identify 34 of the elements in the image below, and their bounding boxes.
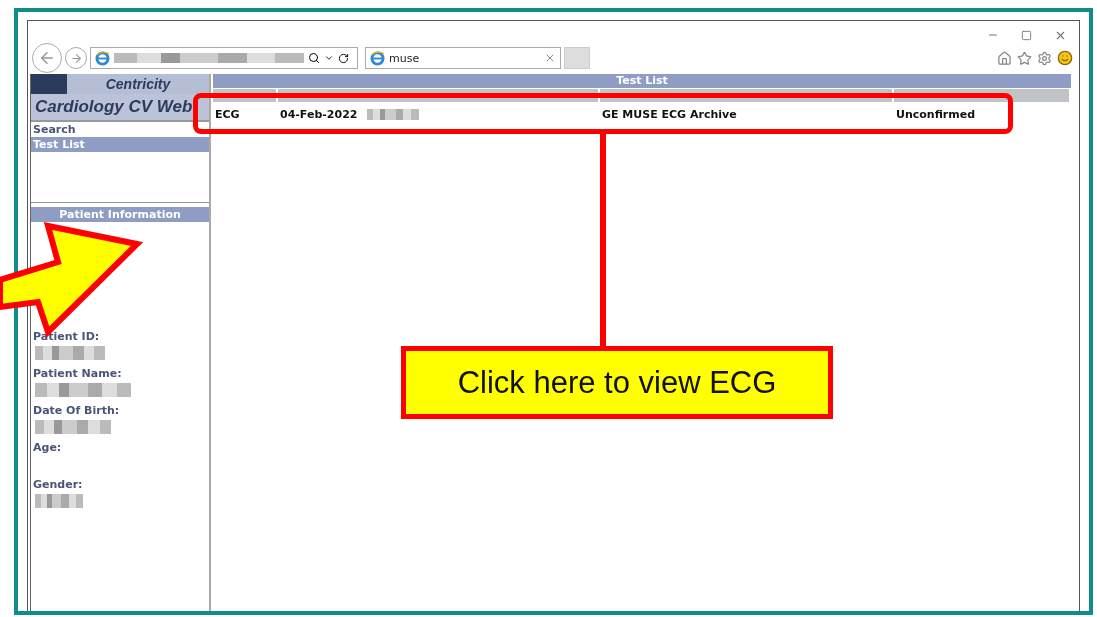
browser-logo-icon: [370, 50, 385, 66]
field-label: Date Of Birth:: [33, 404, 121, 417]
settings-icon[interactable]: [1037, 50, 1052, 66]
redacted-value: [35, 494, 83, 508]
logo-mark-icon: [31, 74, 67, 94]
field-label: Age:: [33, 441, 63, 454]
browser-logo-icon: [95, 50, 110, 66]
close-icon[interactable]: [544, 52, 556, 64]
caret-icon[interactable]: [324, 53, 334, 63]
table-cell-text: ECG: [214, 107, 241, 123]
refresh-icon[interactable]: [338, 52, 349, 64]
field-label: Gender:: [33, 478, 84, 491]
redacted-value: [35, 346, 105, 360]
forward-arrow-icon: [69, 51, 83, 65]
forward-button[interactable]: [65, 47, 87, 69]
table-cell: 04-Feb-2022: [280, 108, 358, 121]
field-label: Patient Name:: [33, 367, 123, 380]
maximize-icon[interactable]: [1021, 29, 1032, 41]
table-cell-text: GE MUSE ECG Archive: [601, 107, 738, 123]
panel-header: Patient Information: [31, 207, 209, 222]
back-button[interactable]: [32, 43, 62, 73]
address-bar[interactable]: [90, 47, 358, 69]
smiley-icon[interactable]: [1057, 50, 1073, 66]
table-cell-text: Unconfirmed: [895, 107, 977, 123]
table-title: Test List: [213, 74, 1071, 88]
star-icon[interactable]: [1017, 50, 1032, 66]
browser-tab[interactable]: muse: [365, 47, 561, 69]
callout-box: Click here to view ECG: [401, 346, 833, 419]
tab-title: muse: [389, 51, 421, 65]
logo-title: Cardiology CV Web: [31, 94, 209, 122]
field-label: Patient ID:: [33, 330, 101, 343]
logo-text: Centricity: [104, 76, 172, 92]
home-icon[interactable]: [997, 50, 1012, 66]
search-icon[interactable]: [308, 52, 320, 64]
